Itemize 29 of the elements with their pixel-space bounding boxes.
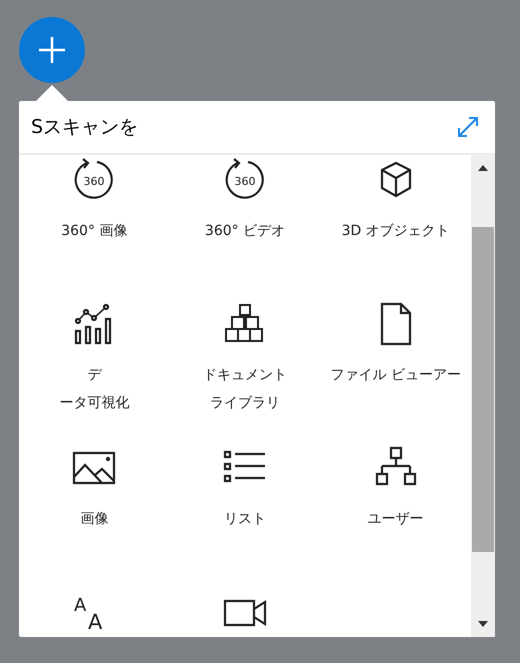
- item-label: ユーザー: [368, 510, 424, 529]
- search-field[interactable]: Sスキャンを: [31, 116, 455, 138]
- item-label: 3D オブジェクト: [342, 222, 450, 241]
- font-size-icon: A A: [71, 589, 118, 635]
- web-part-item[interactable]: 360 360° ビデオ: [170, 155, 320, 289]
- item-label: デ: [87, 366, 102, 385]
- web-part-item[interactable]: 360 360° 画像: [19, 155, 170, 289]
- scrollbar-thumb[interactable]: [472, 227, 494, 552]
- item-label: ファイル ビューアー: [330, 366, 461, 385]
- web-part-item[interactable]: リスト: [170, 433, 320, 577]
- plus-icon: [37, 35, 67, 65]
- expand-icon[interactable]: [455, 114, 481, 140]
- scroll-down-icon[interactable]: [478, 621, 488, 627]
- web-part-item[interactable]: デ ータ可視化: [19, 289, 170, 433]
- web-part-item[interactable]: 画像: [19, 433, 170, 577]
- item-label: リスト: [224, 510, 266, 529]
- item-label: 360° 画像: [61, 222, 128, 241]
- item-label: 画像: [80, 510, 108, 529]
- web-part-item[interactable]: ドキュメント ライブラリ: [170, 289, 320, 433]
- web-part-item[interactable]: ユーザー: [320, 433, 471, 577]
- web-part-item[interactable]: ファイル ビューアー: [320, 289, 471, 433]
- item-label: 360° ビデオ: [204, 222, 286, 241]
- item-label: ドキュメント: [202, 366, 287, 385]
- web-part-item[interactable]: 3D オブジェクト: [320, 155, 471, 289]
- item-label: ータ可視化: [59, 394, 130, 413]
- scroll-up-icon[interactable]: [478, 165, 488, 171]
- scrollbar[interactable]: [471, 155, 495, 637]
- item-label: ライブラリ: [210, 394, 280, 413]
- web-part-item[interactable]: A A: [19, 577, 170, 637]
